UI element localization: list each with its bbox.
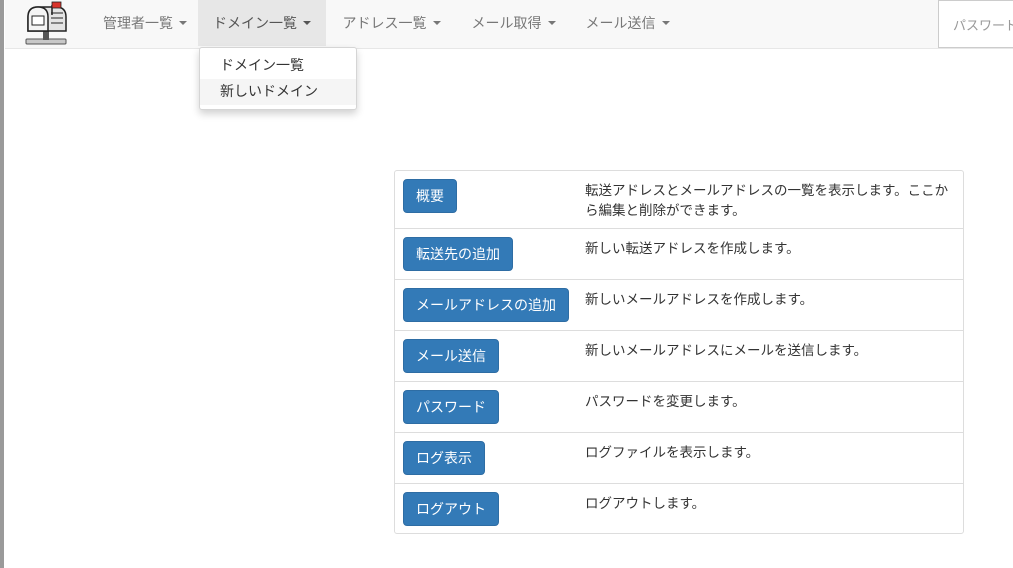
caret-down-icon (432, 21, 441, 25)
row-description: 新しいメールアドレスを作成します。 (585, 292, 814, 308)
row-description: パスワードを変更します。 (585, 394, 746, 410)
nav-fetch-mail[interactable]: メール取得 (457, 0, 570, 46)
send-mail-button[interactable]: メール送信 (403, 339, 499, 373)
nav-admins-label: 管理者一覧 (103, 16, 173, 32)
table-row: メールアドレスの追加 新しいメールアドレスを作成します。 (395, 279, 963, 330)
caret-down-icon (303, 21, 311, 25)
view-log-button[interactable]: ログ表示 (403, 441, 485, 475)
add-mail-address-button[interactable]: メールアドレスの追加 (403, 288, 569, 322)
nav-addresses[interactable]: アドレス一覧 (327, 0, 456, 46)
logout-button[interactable]: ログアウト (403, 492, 499, 526)
table-row: 転送先の追加 新しい転送アドレスを作成します。 (395, 228, 963, 279)
table-row: パスワード パスワードを変更します。 (395, 381, 963, 432)
row-description: ログファイルを表示します。 (585, 445, 760, 461)
caret-down-icon (179, 21, 187, 25)
row-description: 新しい転送アドレスを作成します。 (585, 241, 800, 257)
navbar: 管理者一覧 ドメイン一覧 アドレス一覧 メール取得 メール送信 パスワード (5, 0, 1013, 49)
domain-dropdown-menu: ドメイン一覧 新しいドメイン (199, 47, 357, 110)
row-description: 転送アドレスとメールアドレスの一覧を表示します。ここから編集と削除ができます。 (585, 183, 949, 219)
password-menu-label: パスワード (953, 19, 1013, 34)
password-menu[interactable]: パスワード (938, 0, 1013, 48)
row-description: 新しいメールアドレスにメールを送信します。 (585, 343, 868, 359)
page: 管理者一覧 ドメイン一覧 アドレス一覧 メール取得 メール送信 パスワード ドメ… (0, 0, 1013, 568)
overview-button[interactable]: 概要 (403, 179, 457, 213)
dropdown-item-domain-list[interactable]: ドメイン一覧 (200, 53, 356, 79)
mailbox-icon[interactable] (22, 1, 70, 47)
table-row: ログアウト ログアウトします。 (395, 483, 963, 534)
nav-admins[interactable]: 管理者一覧 (93, 0, 197, 46)
nav-domains-label: ドメイン一覧 (213, 16, 297, 32)
row-description: ログアウトします。 (585, 496, 706, 512)
nav-fetch-mail-label: メール取得 (471, 16, 542, 32)
help-table: 概要 転送アドレスとメールアドレスの一覧を表示します。ここから編集と削除ができま… (394, 170, 964, 534)
table-row: メール送信 新しいメールアドレスにメールを送信します。 (395, 330, 963, 381)
add-forward-button[interactable]: 転送先の追加 (403, 237, 513, 271)
table-row: ログ表示 ログファイルを表示します。 (395, 432, 963, 483)
nav-send-mail[interactable]: メール送信 (571, 0, 684, 46)
password-button[interactable]: パスワード (403, 390, 499, 424)
dropdown-item-new-domain[interactable]: 新しいドメイン (200, 79, 356, 105)
nav-domains[interactable]: ドメイン一覧 (198, 0, 326, 46)
window-edge (0, 0, 4, 568)
nav-addresses-label: アドレス一覧 (342, 16, 427, 32)
caret-down-icon (661, 21, 670, 25)
table-row: 概要 転送アドレスとメールアドレスの一覧を表示します。ここから編集と削除ができま… (395, 171, 963, 228)
caret-down-icon (547, 21, 556, 25)
nav-send-mail-label: メール送信 (585, 16, 656, 32)
